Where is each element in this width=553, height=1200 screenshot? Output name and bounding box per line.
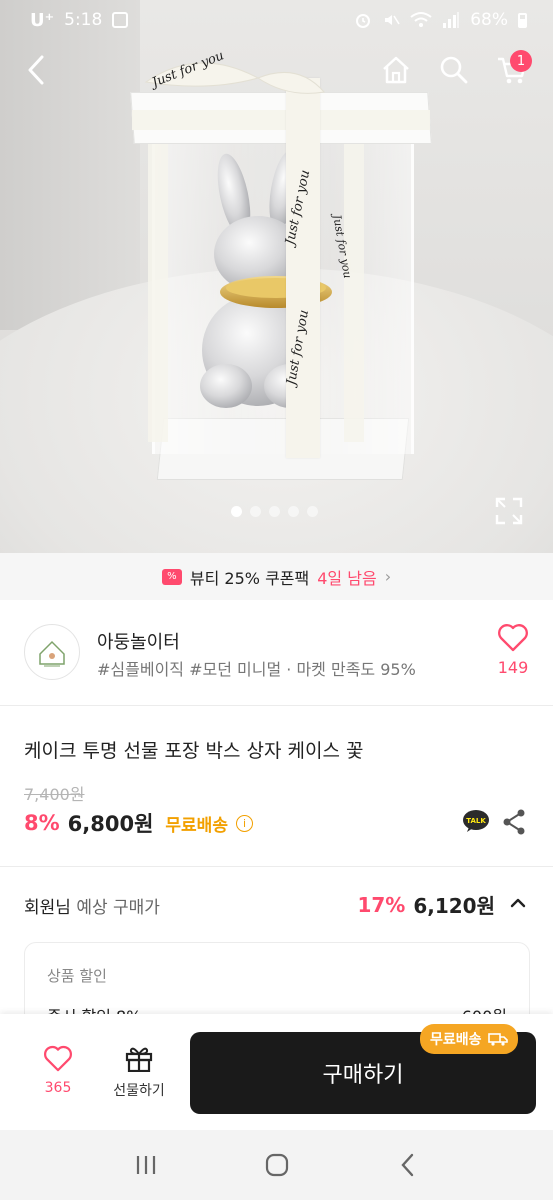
carousel-indicator (231, 506, 318, 517)
shop-logo[interactable] (24, 624, 80, 680)
member-sub-label: 예상 구매가 (76, 898, 160, 918)
back-button[interactable] (14, 48, 58, 92)
ribbon-left (148, 142, 168, 442)
alarm-icon (356, 14, 371, 28)
product-title: 케이크 투명 선물 포장 박스 상자 케이스 꽃 (24, 740, 364, 762)
gallery-icon (112, 12, 129, 28)
shop-info[interactable]: 아둥놀이터 #심플베이직 #모던 미니멀 · 마켓 만족도 95% 149 (0, 600, 553, 706)
house-logo-icon (39, 640, 65, 667)
clock: 5:18 (64, 10, 103, 30)
info-icon[interactable]: i (235, 814, 253, 832)
free-shipping-badge: 무료배송 (420, 1024, 518, 1054)
shop-like-button[interactable]: 149 (492, 622, 534, 677)
home-button[interactable] (374, 48, 418, 92)
wishlist-button[interactable]: 365 (36, 1044, 80, 1096)
coupon-days-left: 4일 남음 (317, 568, 377, 588)
svg-text:TALK: TALK (466, 817, 486, 825)
heart-icon (498, 624, 528, 652)
coupon-banner[interactable]: % 뷰티 25% 쿠폰팩 4일 남음 › (0, 553, 553, 600)
signal-icon (443, 12, 460, 28)
shop-name[interactable]: 아둥놀이터 (97, 628, 180, 654)
discount-header: 상품 할인 (47, 967, 107, 985)
ribbon-horizontal (132, 110, 430, 130)
buy-label: 구매하기 (322, 1063, 404, 1088)
discount-rate: 8% (24, 811, 60, 835)
home-system-button[interactable] (257, 1145, 297, 1185)
battery-percent: 68% (470, 10, 508, 30)
wishlist-count: 365 (44, 1080, 72, 1096)
divider (0, 866, 553, 867)
recent-apps-button[interactable] (126, 1145, 166, 1185)
carrier-label: U⁺ (30, 9, 55, 31)
member-price-label: 회원님 예상 구매가 (24, 893, 160, 918)
coupon-text: 뷰티 25% 쿠폰팩 (189, 568, 310, 588)
member-price-value: 6,120원 (413, 894, 495, 918)
price-row: 8% 6,800원 무료배송 i (24, 808, 253, 838)
search-icon (440, 56, 468, 84)
gift-icon (125, 1047, 153, 1073)
carousel-dot[interactable] (231, 506, 242, 517)
share-icon[interactable] (502, 809, 526, 835)
member-discount: 17% (357, 892, 406, 917)
carousel-dot[interactable] (288, 506, 299, 517)
cart-badge: 1 (510, 50, 532, 72)
heart-icon (44, 1045, 72, 1072)
rabbit-figurine (200, 150, 332, 408)
back-icon (400, 1153, 413, 1177)
status-bar: U⁺ 5:18 68% (0, 0, 553, 40)
chevron-left-icon (28, 55, 44, 85)
bottom-action-bar: 365 선물하기 구매하기 무료배송 (0, 1014, 553, 1130)
free-shipping-label: 무료배송 (165, 815, 228, 836)
free-shipping-badge-text: 무료배송 (430, 1032, 482, 1048)
carousel-dot[interactable] (269, 506, 280, 517)
system-navigation-bar (0, 1130, 553, 1200)
coupon-icon: % (161, 568, 182, 585)
member-price: 17% 6,120원 (357, 890, 495, 919)
home-circle-icon (265, 1153, 288, 1177)
carousel-dot[interactable] (307, 506, 318, 517)
chevron-up-icon[interactable] (508, 893, 528, 913)
shop-tags: #심플베이직 #모던 미니멀 · 마켓 만족도 95% (97, 660, 416, 679)
carousel-dot[interactable] (250, 506, 261, 517)
sale-price: 6,800원 (67, 812, 154, 836)
ribbon-right (344, 142, 364, 442)
recent-apps-icon (136, 1156, 155, 1174)
ribbon-vertical (286, 78, 320, 458)
cart-button[interactable]: 1 (490, 48, 534, 92)
truck-icon (487, 1033, 508, 1046)
top-navigation: 1 (0, 48, 553, 96)
member-label: 회원님 (24, 898, 71, 918)
shop-like-count: 149 (497, 658, 529, 677)
chevron-right-icon: › (384, 567, 392, 586)
home-icon (383, 56, 409, 84)
mute-icon (385, 15, 400, 25)
gift-button[interactable]: 선물하기 (108, 1044, 170, 1100)
original-price: 7,400원 (24, 785, 85, 804)
battery-icon (518, 12, 527, 28)
system-back-button[interactable] (388, 1145, 428, 1185)
gift-label: 선물하기 (113, 1083, 165, 1099)
search-button[interactable] (432, 48, 476, 92)
wifi-icon (410, 12, 432, 27)
expand-icon[interactable] (494, 496, 524, 526)
kakao-talk-icon[interactable]: TALK (462, 809, 490, 833)
